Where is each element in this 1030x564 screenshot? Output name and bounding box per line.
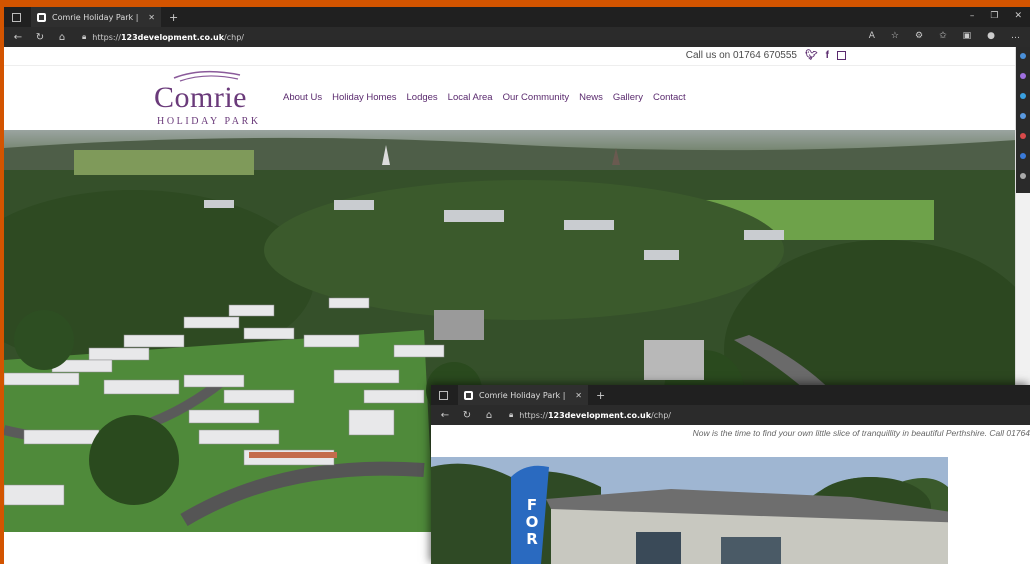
twitter-icon[interactable]: 🐦︎ xyxy=(805,50,818,61)
extensions-icon[interactable]: ⚙ xyxy=(915,31,923,41)
new-tab-button-secondary[interactable]: + xyxy=(596,389,605,402)
site-logo[interactable]: Comrie HOLIDAY PARK xyxy=(154,69,264,131)
new-tab-button[interactable]: + xyxy=(169,11,178,24)
favorites-icon[interactable]: ✩ xyxy=(939,31,947,41)
url-path: /chp/ xyxy=(224,32,244,42)
tab-bar: Comrie Holiday Park | ✕ + – ❐ ✕ xyxy=(4,7,1030,27)
browser-sidebar xyxy=(1016,47,1030,193)
tagline-text-secondary: Now is the time to find your own little … xyxy=(692,428,1030,438)
instagram-icon[interactable] xyxy=(837,51,846,60)
browser-window-secondary[interactable]: Comrie Holiday Park | ✕ + ← ↻ ⌂ 🔒︎ https… xyxy=(431,385,1030,564)
menu-about-us[interactable]: About Us xyxy=(283,92,322,103)
address-bar-row: ← ↻ ⌂ 🔒︎ https://123development.co.uk/ch… xyxy=(4,27,1030,47)
tab-title: Comrie Holiday Park | xyxy=(52,12,139,22)
main-menu: About Us Holiday Homes Lodges Local Area… xyxy=(283,92,686,103)
url-prefix: https:// xyxy=(92,32,121,42)
tab-comrie-secondary[interactable]: Comrie Holiday Park | ✕ xyxy=(458,385,588,405)
web-page-secondary: Now is the time to find your own little … xyxy=(431,425,1030,564)
browser-toolbar: A ☆ ⚙ ✩ ▣ ● … xyxy=(869,31,1020,41)
for-sale-flag: F O R xyxy=(523,497,541,548)
sidebar-games-icon[interactable] xyxy=(1020,133,1026,139)
menu-lodges[interactable]: Lodges xyxy=(407,92,438,103)
collections-icon[interactable]: ▣ xyxy=(963,31,972,41)
back-button[interactable]: ← xyxy=(10,32,26,43)
favicon-icon xyxy=(37,12,46,22)
close-window-button[interactable]: ✕ xyxy=(1014,11,1022,21)
menu-contact[interactable]: Contact xyxy=(653,92,686,103)
sidebar-tools-icon[interactable] xyxy=(1020,93,1026,99)
tab-actions-icon-secondary[interactable] xyxy=(439,390,448,400)
profile-icon[interactable]: ● xyxy=(987,31,995,41)
phone-text: Call us on 01764 670555 xyxy=(685,50,797,61)
contact-bar: Call us on 01764 670555 🐦︎ f xyxy=(686,50,846,61)
flag-letter-f: F xyxy=(526,496,538,514)
sidebar-people-icon[interactable] xyxy=(1020,113,1026,119)
caravan-photo: F O R xyxy=(431,457,948,564)
tab-comrie[interactable]: Comrie Holiday Park | ✕ xyxy=(31,7,161,27)
tab-actions-icon[interactable] xyxy=(12,12,21,22)
home-button-secondary[interactable]: ⌂ xyxy=(481,410,497,421)
lock-icon-secondary[interactable]: 🔒︎ xyxy=(509,410,513,420)
logo-name: Comrie xyxy=(154,81,247,114)
flag-letter-o: O xyxy=(525,513,539,531)
tab-title-secondary: Comrie Holiday Park | xyxy=(479,390,566,400)
menu-holiday-homes[interactable]: Holiday Homes xyxy=(332,92,396,103)
close-tab-icon[interactable]: ✕ xyxy=(148,13,155,22)
url-host: 123development.co.uk xyxy=(120,32,225,42)
read-aloud-icon[interactable]: A xyxy=(869,31,875,41)
menu-news[interactable]: News xyxy=(579,92,603,103)
sidebar-copilot-icon[interactable] xyxy=(1020,73,1026,79)
menu-local-area[interactable]: Local Area xyxy=(448,92,493,103)
more-icon[interactable]: … xyxy=(1011,31,1020,41)
favicon-icon-secondary xyxy=(464,390,473,400)
restore-button[interactable]: ❐ xyxy=(990,11,998,21)
url-field[interactable]: https://123development.co.uk/chp/ xyxy=(92,33,244,42)
tab-bar-secondary: Comrie Holiday Park | ✕ + xyxy=(431,385,1030,405)
add-favorite-icon[interactable]: ☆ xyxy=(891,31,899,41)
sidebar-add-icon[interactable] xyxy=(1020,173,1026,179)
menu-our-community[interactable]: Our Community xyxy=(503,92,570,103)
header-divider xyxy=(4,65,1016,66)
minimize-button[interactable]: – xyxy=(970,11,975,21)
sidebar-outlook-icon[interactable] xyxy=(1020,153,1026,159)
logo-subtitle: HOLIDAY PARK xyxy=(157,116,261,127)
facebook-icon[interactable]: f xyxy=(826,50,829,61)
refresh-button[interactable]: ↻ xyxy=(32,32,48,43)
menu-gallery[interactable]: Gallery xyxy=(613,92,643,103)
caravan-image xyxy=(431,457,948,564)
url-prefix-secondary: https:// xyxy=(519,410,548,420)
close-tab-icon-secondary[interactable]: ✕ xyxy=(575,391,582,400)
refresh-button-secondary[interactable]: ↻ xyxy=(459,410,475,421)
flag-letter-r: R xyxy=(526,530,538,548)
url-host-secondary: 123development.co.uk xyxy=(547,410,652,420)
url-field-secondary[interactable]: https://123development.co.uk/chp/ xyxy=(519,411,671,420)
back-button-secondary[interactable]: ← xyxy=(437,410,453,421)
address-bar-row-secondary: ← ↻ ⌂ 🔒︎ https://123development.co.uk/ch… xyxy=(431,405,1030,425)
url-path-secondary: /chp/ xyxy=(651,410,671,420)
home-button[interactable]: ⌂ xyxy=(54,32,70,43)
lock-icon[interactable]: 🔒︎ xyxy=(82,32,86,42)
sidebar-search-icon[interactable] xyxy=(1020,53,1026,59)
window-controls: – ❐ ✕ xyxy=(970,11,1022,21)
